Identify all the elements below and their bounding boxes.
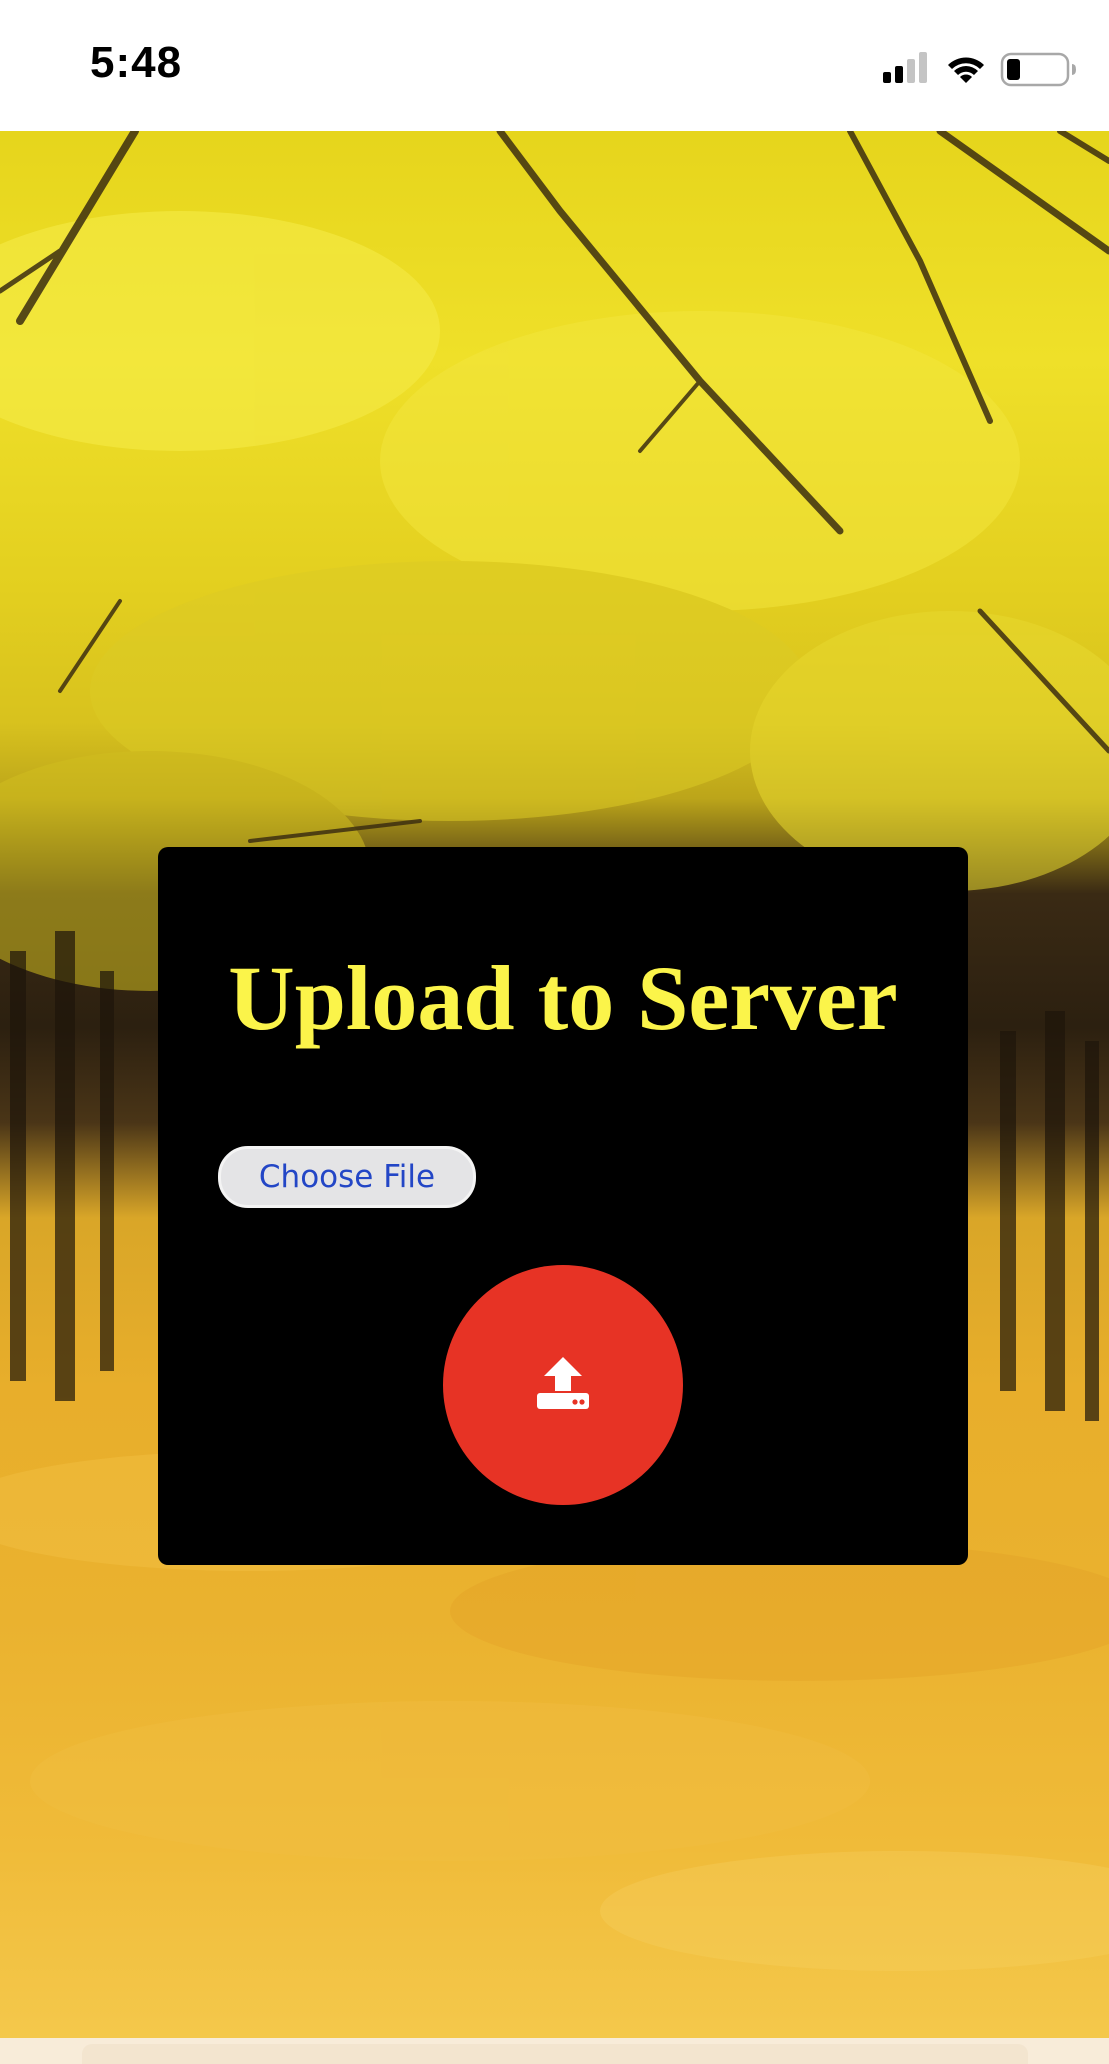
cellular-signal-icon (883, 52, 927, 83)
status-icons (883, 52, 1076, 87)
upload-card: Upload to Server Choose File (158, 847, 968, 1565)
upload-button[interactable] (443, 1265, 683, 1505)
bottom-bar (82, 2044, 1028, 2064)
choose-file-button[interactable]: Choose File (218, 1146, 476, 1208)
battery-icon (1000, 52, 1076, 87)
bottom-strip (0, 2038, 1109, 2064)
status-time: 5:48 (90, 38, 183, 87)
wifi-icon (948, 57, 984, 83)
upload-icon (537, 1357, 589, 1409)
status-bar: 5:48 (0, 0, 1109, 131)
page-title: Upload to Server (228, 947, 898, 1049)
